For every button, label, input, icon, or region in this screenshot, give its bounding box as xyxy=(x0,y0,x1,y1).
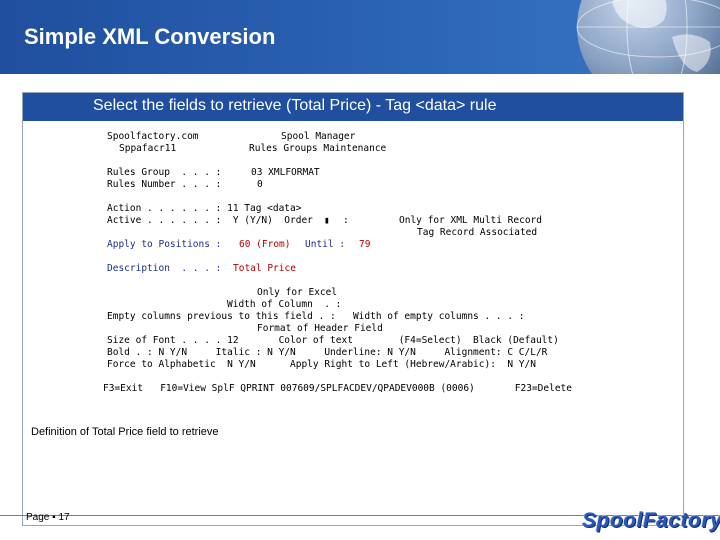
slide-header: Simple XML Conversion xyxy=(0,0,720,74)
description-label: Description . . . : xyxy=(107,263,222,274)
order-cursor: ▮ xyxy=(324,215,330,226)
screenshot-panel: Select the fields to retrieve (Total Pri… xyxy=(22,92,684,526)
slide-title: Simple XML Conversion xyxy=(24,24,276,49)
rules-number-label: Rules Number . . . : xyxy=(107,179,222,190)
font-size-field[interactable]: Size of Font . . . . 12 Color of text (F… xyxy=(107,335,559,347)
apply-from-value[interactable]: 60 (From) xyxy=(239,239,290,251)
apply-until-value[interactable]: 79 xyxy=(359,239,370,251)
empty-columns-field[interactable]: Empty columns previous to this field . :… xyxy=(107,311,525,323)
apply-positions-label: Apply to Positions : xyxy=(107,239,222,250)
order-value[interactable]: : xyxy=(343,215,349,227)
page-number: Page ▪ 17 xyxy=(26,512,70,523)
app-name: Spool Manager xyxy=(281,131,356,142)
width-column-field[interactable]: Width of Column . : xyxy=(227,299,341,311)
panel-caption: Definition of Total Price field to retri… xyxy=(31,426,219,438)
action-field[interactable]: Action . . . . . . : 11 Tag <data> xyxy=(107,203,301,215)
function-keys: F3=Exit F10=View SplF QPRINT 007609/SPLF… xyxy=(103,383,572,394)
panel-header: Select the fields to retrieve (Total Pri… xyxy=(23,93,683,121)
rules-group-value: 03 XMLFORMAT xyxy=(251,167,320,178)
rules-number-value: 0 xyxy=(257,179,263,190)
force-alpha-field[interactable]: Force to Alphabetic N Y/N Apply Right to… xyxy=(107,359,536,371)
system-name: Spoolfactory.com xyxy=(107,131,199,142)
apply-until-label: Until : xyxy=(305,239,346,250)
globe-icon xyxy=(576,0,720,74)
spoolfactory-logo: SpoolFactory xyxy=(582,509,720,532)
rules-group-label: Rules Group . . . : xyxy=(107,167,222,178)
program-name: Sppafacr11 xyxy=(119,143,177,154)
panel-title: Select the fields to retrieve (Total Pri… xyxy=(93,97,497,114)
style-fields[interactable]: Bold . : N Y/N Italic : N Y/N Underline:… xyxy=(107,347,547,359)
format-header-note: Format of Header Field xyxy=(257,323,383,334)
excel-only-note: Only for Excel xyxy=(257,287,338,298)
description-value[interactable]: Total Price xyxy=(233,263,296,275)
tag-record-note: Tag Record Associated xyxy=(417,227,538,238)
screen-title: Rules Groups Maintenance xyxy=(249,143,387,154)
active-field[interactable]: Active . . . . . . : Y (Y/N) Order xyxy=(107,215,313,227)
multi-record-note: Only for XML Multi Record xyxy=(399,215,542,226)
